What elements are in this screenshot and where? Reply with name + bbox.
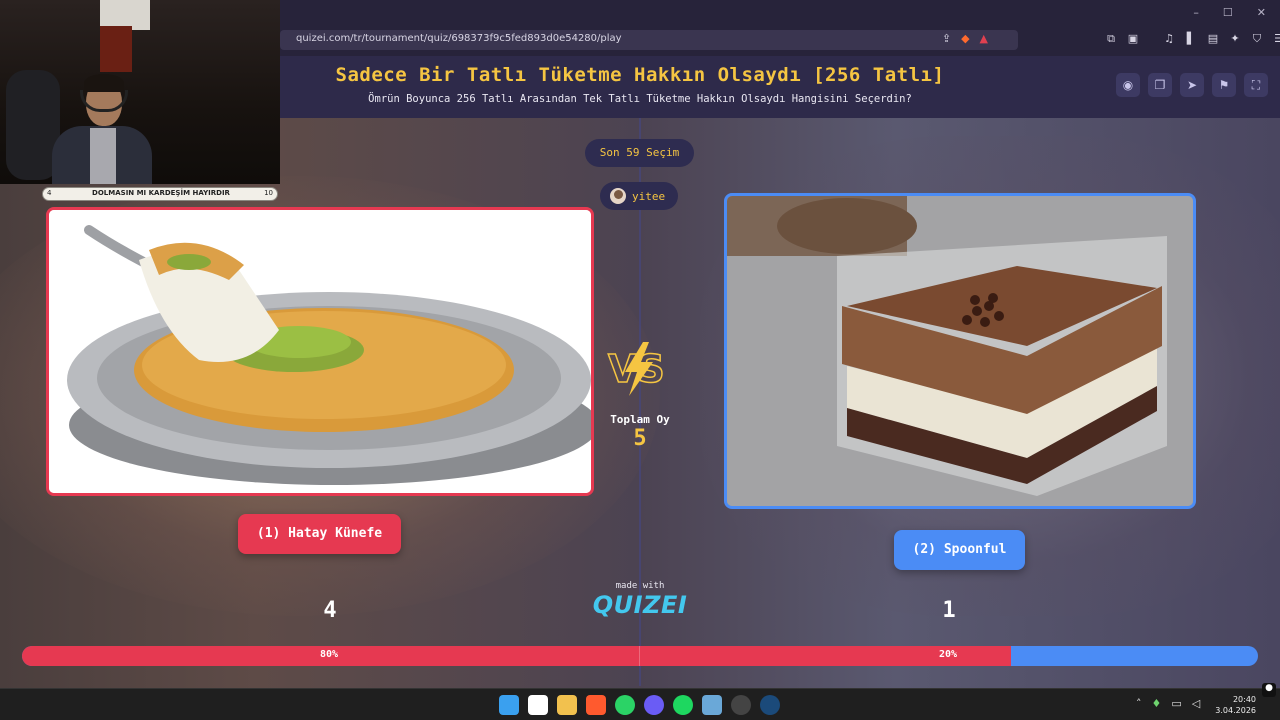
spoonful-image — [727, 196, 1193, 506]
vpn-icon[interactable]: ⛉ — [1250, 32, 1264, 46]
view-icon[interactable]: ◉ — [1116, 73, 1140, 97]
extensions-icon[interactable]: ⧉ — [1104, 32, 1118, 46]
made-with-label: made with — [615, 581, 665, 591]
sidebar-icon[interactable]: ▌ — [1184, 32, 1198, 46]
capcut-icon[interactable] — [528, 695, 548, 715]
send-icon[interactable]: ➤ — [1180, 73, 1204, 97]
mic-icon[interactable]: ♦ — [1152, 697, 1162, 710]
music-icon[interactable]: ♫ — [1162, 32, 1176, 46]
address-bar[interactable]: quizei.com/tr/tournament/quiz/698373f9c5… — [280, 30, 1018, 50]
start-icon[interactable] — [499, 695, 519, 715]
kunefe-image — [49, 210, 591, 493]
brave-shield-icon[interactable]: ◆ — [961, 32, 969, 45]
taskbar-apps — [499, 695, 780, 715]
screenshot-icon[interactable]: ▣ — [1126, 32, 1140, 46]
wallet-icon[interactable]: ▤ — [1206, 32, 1220, 46]
rewards-icon[interactable]: ▲ — [980, 32, 988, 45]
quiz-tools: ◉ ❐ ➤ ⚑ ⛶ — [1116, 73, 1268, 97]
discord-icon[interactable] — [644, 695, 664, 715]
taskbar: ˄ ♦ ▭ ◁ 20:40 3.04.2026 — [0, 688, 1280, 720]
system-tray: ˄ ♦ ▭ ◁ — [1136, 697, 1200, 710]
brave-icon[interactable] — [586, 695, 606, 715]
voter-badge: yitee — [600, 182, 678, 210]
obs-icon[interactable] — [731, 695, 751, 715]
selection-count: Son 59 Seçim — [585, 139, 694, 167]
stream-goal-bar: 4 DOLMASIN MI KARDEŞİM HAYIRDIR 10 — [42, 187, 278, 201]
vote-progress-bar: 80% 20% — [22, 646, 1258, 666]
steam-icon[interactable] — [760, 695, 780, 715]
clock-time: 20:40 — [1232, 695, 1256, 704]
vs-badge: VS — [603, 338, 673, 398]
webcam-overlay — [0, 0, 280, 184]
spotify-icon[interactable] — [673, 695, 693, 715]
minimize-icon[interactable]: – — [1193, 6, 1199, 19]
right-vote-count: 1 — [942, 598, 956, 623]
choice-button-right[interactable]: (2) Spoonful — [894, 530, 1025, 570]
voter-name: yitee — [632, 189, 666, 203]
volume-icon[interactable]: ◁ — [1192, 697, 1200, 710]
copy-icon[interactable]: ❐ — [1148, 73, 1172, 97]
total-votes-value: 5 — [633, 426, 647, 451]
goal-text: DOLMASIN MI KARDEŞİM HAYIRDIR — [92, 189, 230, 197]
share-icon[interactable]: ⇪ — [942, 32, 951, 45]
app-icon[interactable] — [702, 695, 722, 715]
lightning-icon: VS — [607, 342, 666, 396]
network-icon[interactable]: ▭ — [1171, 697, 1181, 710]
total-votes-label: Toplam Oy — [610, 413, 670, 426]
maximize-icon[interactable]: ☐ — [1223, 6, 1233, 19]
left-percent-label: 80% — [320, 649, 339, 660]
url-text: quizei.com/tr/tournament/quiz/698373f9c5… — [296, 33, 622, 44]
whatsapp-icon[interactable] — [615, 695, 635, 715]
folder-icon[interactable] — [557, 695, 577, 715]
ai-icon[interactable]: ✦ — [1228, 32, 1242, 46]
close-icon[interactable]: ✕ — [1257, 6, 1266, 19]
flag-icon[interactable]: ⚑ — [1212, 73, 1236, 97]
left-vote-count: 4 — [323, 598, 337, 623]
right-percent-label: 20% — [939, 649, 958, 660]
choice-card-right[interactable] — [724, 193, 1196, 509]
choice-card-left[interactable] — [46, 207, 594, 496]
fullscreen-icon[interactable]: ⛶ — [1244, 73, 1268, 97]
window-controls: – ☐ ✕ — [1193, 6, 1266, 19]
avatar — [610, 188, 626, 204]
clock[interactable]: 20:40 3.04.2026 — [1212, 694, 1256, 716]
goal-max: 10 — [264, 189, 273, 197]
quizei-logo[interactable]: QUIZEI — [590, 591, 690, 619]
chevron-up-icon[interactable]: ˄ — [1136, 697, 1142, 710]
menu-icon[interactable]: ☰ — [1272, 32, 1280, 46]
left-progress-fill — [22, 646, 1011, 666]
choice-button-left[interactable]: (1) Hatay Künefe — [238, 514, 401, 554]
clock-date: 3.04.2026 — [1215, 706, 1256, 715]
extension-toolbar: ⧉ ▣ ♫ ▌ ▤ ✦ ⛉ ☰ — [1104, 32, 1280, 46]
mic-overlay-icon: ● — [1262, 683, 1276, 697]
